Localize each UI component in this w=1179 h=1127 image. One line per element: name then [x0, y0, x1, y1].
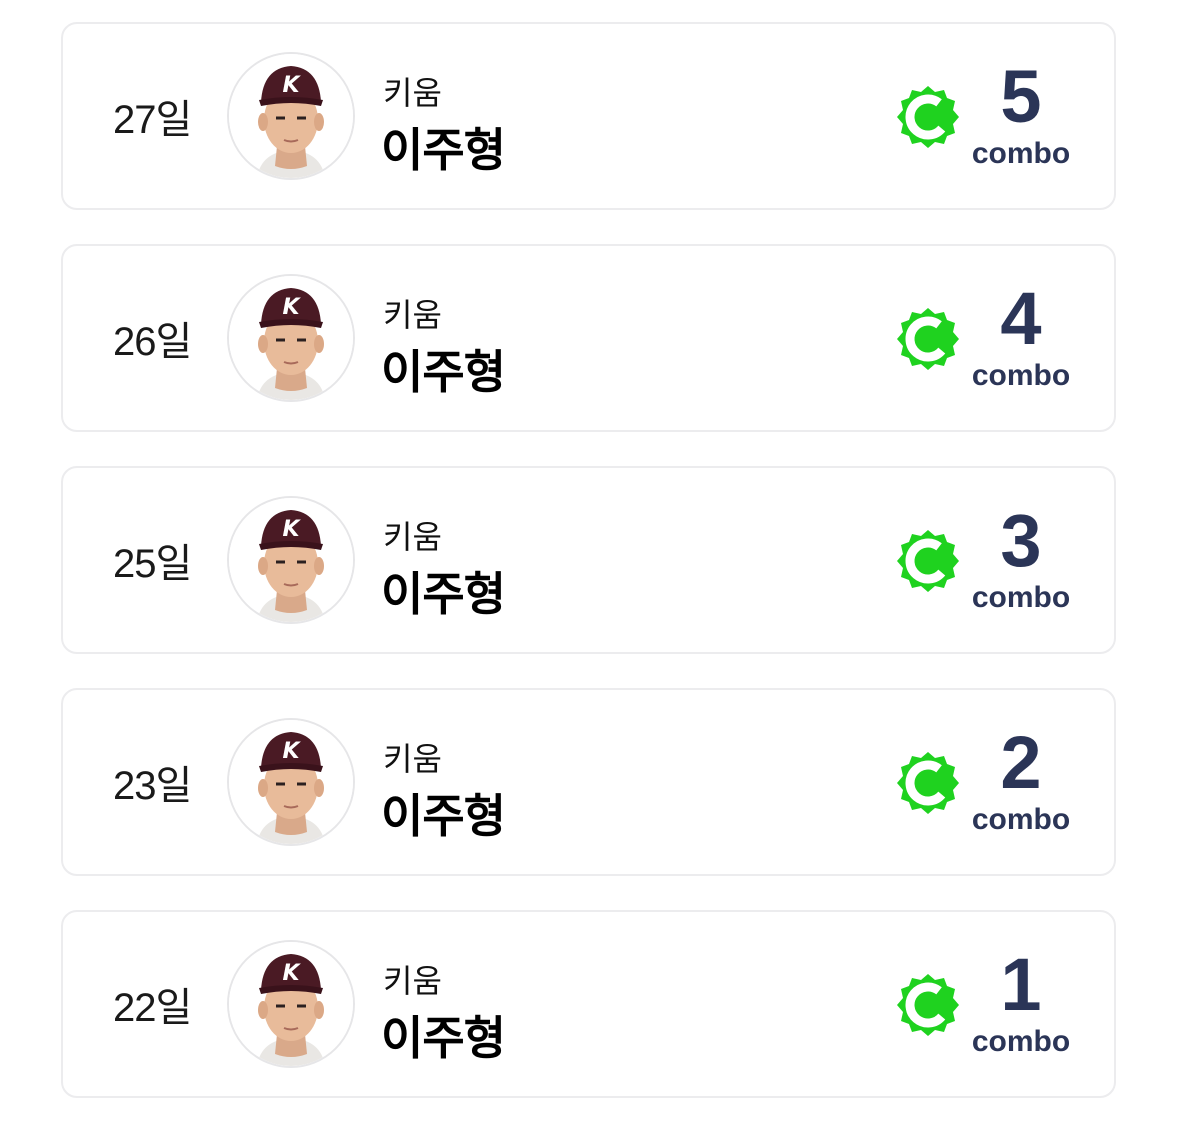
svg-text:K: K	[282, 961, 301, 986]
player-name: 이주형	[381, 1012, 506, 1064]
svg-text:K: K	[282, 295, 301, 320]
team-name: 키움	[383, 963, 442, 999]
team-name: 키움	[383, 741, 442, 777]
team-name: 키움	[383, 297, 442, 333]
player-name: 이주형	[381, 124, 506, 176]
combo-count: 3	[1000, 499, 1042, 582]
player-avatar: K	[227, 940, 355, 1068]
svg-text:K: K	[282, 739, 301, 764]
combo-label: combo	[971, 1025, 1071, 1058]
combo-history-list: 27일 K 키움 이주형 5 combo 26일 K 키움 이주형 4 comb…	[0, 0, 1179, 1127]
combo-count: 4	[1000, 277, 1042, 360]
combo-entry-card[interactable]: 25일 K 키움 이주형 3 combo	[61, 466, 1116, 654]
player-name: 이주형	[381, 790, 506, 842]
entry-day: 27일	[113, 98, 192, 142]
svg-text:K: K	[282, 73, 301, 98]
entry-day: 23일	[113, 764, 192, 808]
team-name: 키움	[383, 75, 442, 111]
player-name: 이주형	[381, 346, 506, 398]
combo-entry-card[interactable]: 26일 K 키움 이주형 4 combo	[61, 244, 1116, 432]
team-name: 키움	[383, 519, 442, 555]
combo-label: combo	[971, 803, 1071, 836]
combo-label: combo	[971, 581, 1071, 614]
combo-label: combo	[971, 359, 1071, 392]
player-name: 이주형	[381, 568, 506, 620]
entry-day: 25일	[113, 542, 192, 586]
entry-day: 26일	[113, 320, 192, 364]
combo-entry-card[interactable]: 23일 K 키움 이주형 2 combo	[61, 688, 1116, 876]
combo-count: 5	[1000, 55, 1042, 138]
player-avatar: K	[227, 274, 355, 402]
combo-badge-icon	[897, 530, 959, 592]
combo-label: combo	[971, 137, 1071, 170]
combo-badge-icon	[897, 86, 959, 148]
player-avatar: K	[227, 496, 355, 624]
combo-badge-icon	[897, 752, 959, 814]
combo-entry-card[interactable]: 22일 K 키움 이주형 1 combo	[61, 910, 1116, 1098]
player-avatar: K	[227, 718, 355, 846]
combo-badge-icon	[897, 974, 959, 1036]
player-avatar: K	[227, 52, 355, 180]
svg-text:K: K	[282, 517, 301, 542]
combo-count: 2	[1000, 721, 1042, 804]
combo-badge-icon	[897, 308, 959, 370]
combo-count: 1	[1000, 943, 1042, 1026]
entry-day: 22일	[113, 986, 192, 1030]
combo-entry-card[interactable]: 27일 K 키움 이주형 5 combo	[61, 22, 1116, 210]
